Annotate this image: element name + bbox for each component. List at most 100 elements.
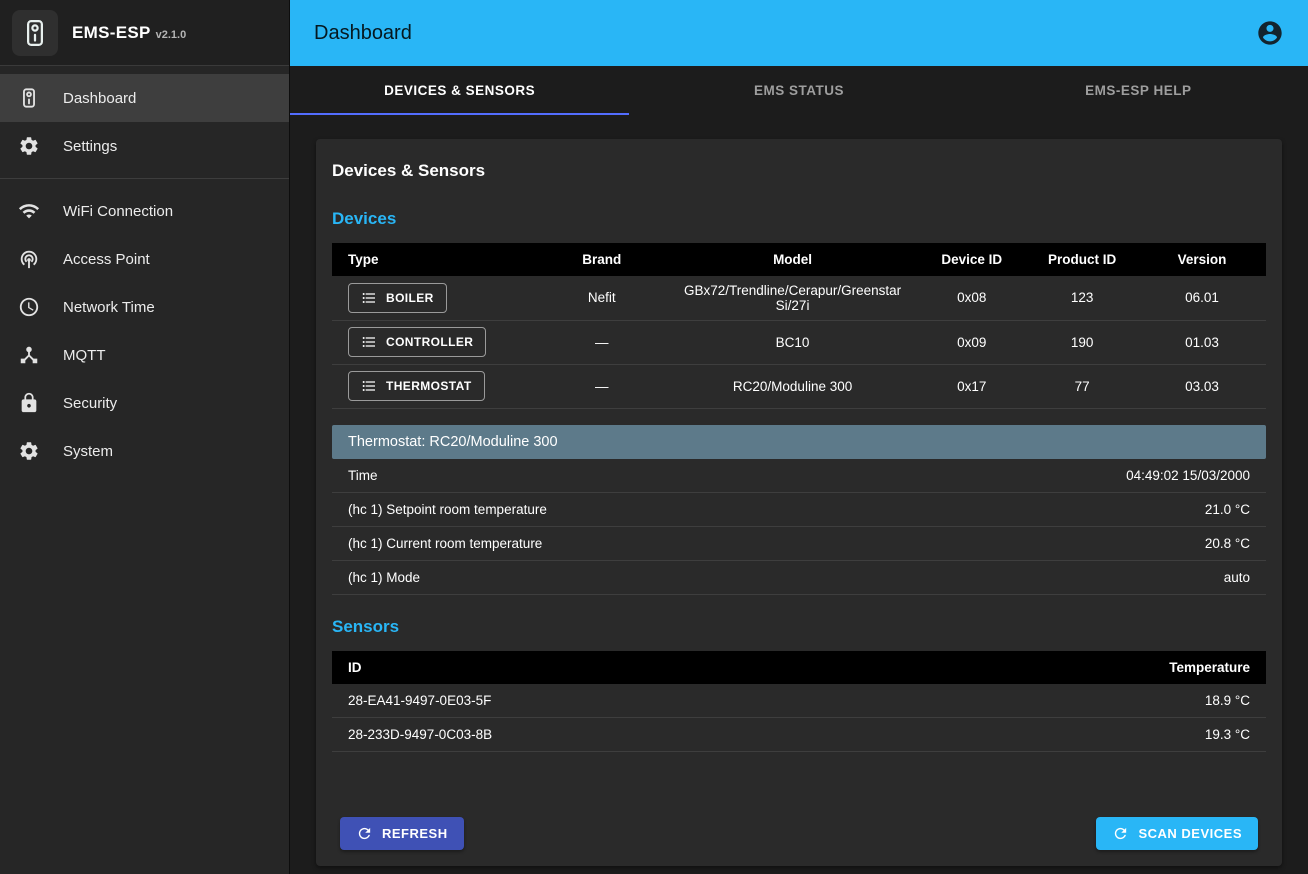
detail-value: 20.8 °C bbox=[1205, 536, 1250, 551]
device-version: 06.01 bbox=[1138, 276, 1266, 320]
device-brand: Nefit bbox=[536, 276, 668, 320]
devices-table-header-row: Type Brand Model Device ID Product ID Ve… bbox=[332, 243, 1266, 276]
tab-bar: DEVICES & SENSORS EMS STATUS EMS-ESP HEL… bbox=[290, 66, 1308, 115]
detail-value: auto bbox=[1224, 570, 1250, 585]
column-header-id: ID bbox=[332, 651, 901, 684]
device-type-label: THERMOSTAT bbox=[386, 379, 472, 393]
device-product-id: 123 bbox=[1026, 276, 1138, 320]
sensor-row: 28-EA41-9497-0E03-5F 18.9 °C bbox=[332, 684, 1266, 718]
sensors-table-header-row: ID Temperature bbox=[332, 651, 1266, 684]
detail-row-setpoint-temp: (hc 1) Setpoint room temperature 21.0 °C bbox=[332, 493, 1266, 527]
app-bar: Dashboard bbox=[290, 0, 1308, 66]
list-icon bbox=[361, 290, 377, 306]
card-title: Devices & Sensors bbox=[332, 161, 1266, 181]
device-row-controller: CONTROLLER — BC10 0x09 190 01.03 bbox=[332, 320, 1266, 364]
refresh-icon bbox=[1112, 825, 1129, 842]
action-buttons-row: REFRESH SCAN DEVICES bbox=[332, 791, 1266, 852]
detail-value: 04:49:02 15/03/2000 bbox=[1126, 468, 1250, 483]
device-id: 0x08 bbox=[917, 276, 1026, 320]
device-brand: — bbox=[536, 320, 668, 364]
sidebar-item-label: WiFi Connection bbox=[63, 203, 173, 220]
device-id: 0x09 bbox=[917, 320, 1026, 364]
app-title: EMS-ESP v2.1.0 bbox=[72, 23, 186, 43]
sensor-temperature: 19.3 °C bbox=[901, 718, 1266, 752]
sidebar-item-network-time[interactable]: Network Time bbox=[0, 283, 289, 331]
sidebar-item-label: Dashboard bbox=[63, 90, 136, 107]
sidebar-item-dashboard[interactable]: Dashboard bbox=[0, 74, 289, 122]
sidebar-item-label: Access Point bbox=[63, 251, 150, 268]
sidebar: EMS-ESP v2.1.0 Dashboard Settings WiFi Co… bbox=[0, 0, 290, 874]
device-row-boiler: BOILER Nefit GBx72/Trendline/Cerapur/Gre… bbox=[332, 276, 1266, 320]
thermostat-device-button[interactable]: THERMOSTAT bbox=[348, 371, 485, 401]
sidebar-item-label: System bbox=[63, 443, 113, 460]
sensors-table: ID Temperature 28-EA41-9497-0E03-5F 18.9… bbox=[332, 651, 1266, 753]
device-version: 03.03 bbox=[1138, 364, 1266, 408]
gear-icon bbox=[17, 134, 41, 158]
list-icon bbox=[361, 378, 377, 394]
sensor-id: 28-EA41-9497-0E03-5F bbox=[332, 684, 901, 718]
controller-device-button[interactable]: CONTROLLER bbox=[348, 327, 486, 357]
detail-label: (hc 1) Mode bbox=[348, 570, 420, 585]
column-header-product-id: Product ID bbox=[1026, 243, 1138, 276]
device-model: BC10 bbox=[668, 320, 917, 364]
detail-value: 21.0 °C bbox=[1205, 502, 1250, 517]
sensor-row: 28-233D-9497-0C03-8B 19.3 °C bbox=[332, 718, 1266, 752]
device-product-id: 77 bbox=[1026, 364, 1138, 408]
refresh-button-label: REFRESH bbox=[382, 826, 448, 841]
tab-devices-sensors[interactable]: DEVICES & SENSORS bbox=[290, 66, 629, 115]
device-product-id: 190 bbox=[1026, 320, 1138, 364]
scan-devices-button-label: SCAN DEVICES bbox=[1138, 826, 1242, 841]
app-name: EMS-ESP bbox=[72, 23, 151, 42]
device-version: 01.03 bbox=[1138, 320, 1266, 364]
column-header-device-id: Device ID bbox=[917, 243, 1026, 276]
column-header-brand: Brand bbox=[536, 243, 668, 276]
device-icon bbox=[17, 86, 41, 110]
devices-sensors-card: Devices & Sensors Devices Type Brand Mod… bbox=[316, 139, 1282, 866]
device-id: 0x17 bbox=[917, 364, 1026, 408]
sidebar-item-settings[interactable]: Settings bbox=[0, 122, 289, 170]
sensor-temperature: 18.9 °C bbox=[901, 684, 1266, 718]
sidebar-item-label: Security bbox=[63, 395, 117, 412]
sidebar-item-access-point[interactable]: Access Point bbox=[0, 235, 289, 283]
account-icon[interactable] bbox=[1256, 19, 1284, 47]
refresh-icon bbox=[356, 825, 373, 842]
detail-label: Time bbox=[348, 468, 378, 483]
thermostat-detail-header: Thermostat: RC20/Moduline 300 bbox=[332, 425, 1266, 459]
sidebar-item-mqtt[interactable]: MQTT bbox=[0, 331, 289, 379]
column-header-version: Version bbox=[1138, 243, 1266, 276]
column-header-type: Type bbox=[332, 243, 536, 276]
device-type-label: CONTROLLER bbox=[386, 335, 473, 349]
list-icon bbox=[361, 334, 377, 350]
app-version: v2.1.0 bbox=[156, 29, 187, 41]
device-model: RC20/Moduline 300 bbox=[668, 364, 917, 408]
sidebar-item-label: Settings bbox=[63, 138, 117, 155]
sidebar-item-label: MQTT bbox=[63, 347, 106, 364]
tab-ems-status[interactable]: EMS STATUS bbox=[629, 66, 968, 115]
detail-label: (hc 1) Current room temperature bbox=[348, 536, 542, 551]
refresh-button[interactable]: REFRESH bbox=[340, 817, 464, 850]
devices-section-title: Devices bbox=[332, 209, 1266, 229]
column-header-temperature: Temperature bbox=[901, 651, 1266, 684]
detail-row-current-temp: (hc 1) Current room temperature 20.8 °C bbox=[332, 527, 1266, 561]
content-area: Devices & Sensors Devices Type Brand Mod… bbox=[290, 115, 1308, 874]
device-hub-icon bbox=[17, 343, 41, 367]
wifi-icon bbox=[17, 199, 41, 223]
devices-table: Type Brand Model Device ID Product ID Ve… bbox=[332, 243, 1266, 409]
sensor-id: 28-233D-9497-0C03-8B bbox=[332, 718, 901, 752]
tab-ems-esp-help[interactable]: EMS-ESP HELP bbox=[969, 66, 1308, 115]
boiler-device-button[interactable]: BOILER bbox=[348, 283, 447, 313]
sidebar-nav: Dashboard Settings WiFi Connection Acces… bbox=[0, 66, 289, 475]
clock-icon bbox=[17, 295, 41, 319]
main-area: Dashboard DEVICES & SENSORS EMS STATUS E… bbox=[290, 0, 1308, 874]
page-title: Dashboard bbox=[314, 22, 412, 45]
sidebar-item-label: Network Time bbox=[63, 299, 155, 316]
lock-icon bbox=[17, 391, 41, 415]
scan-devices-button[interactable]: SCAN DEVICES bbox=[1096, 817, 1258, 850]
column-header-model: Model bbox=[668, 243, 917, 276]
sidebar-item-wifi-connection[interactable]: WiFi Connection bbox=[0, 187, 289, 235]
device-model: GBx72/Trendline/Cerapur/Greenstar Si/27i bbox=[668, 276, 917, 320]
sidebar-item-system[interactable]: System bbox=[0, 427, 289, 475]
sidebar-item-security[interactable]: Security bbox=[0, 379, 289, 427]
app-logo-icon bbox=[12, 10, 58, 56]
sensors-section-title: Sensors bbox=[332, 617, 1266, 637]
